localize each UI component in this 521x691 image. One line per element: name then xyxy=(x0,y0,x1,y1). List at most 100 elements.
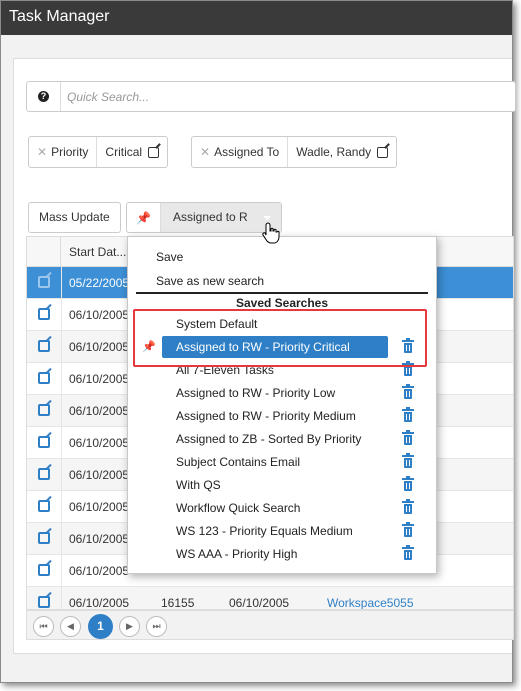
start-date-cell: 06/10/2005 xyxy=(69,308,130,322)
pager: ⏮ ◀ 1 ▶ ⏭ xyxy=(26,610,514,640)
edit-icon[interactable] xyxy=(377,146,389,158)
open-link-icon[interactable] xyxy=(38,532,50,544)
window-title: Task Manager xyxy=(1,1,512,35)
hand-cursor-icon xyxy=(262,222,280,244)
open-link-icon[interactable] xyxy=(38,596,50,608)
page-1-button[interactable]: 1 xyxy=(88,614,113,639)
saved-search-button[interactable]: 📌 Assigned to R xyxy=(126,202,282,233)
table-row[interactable]: 06/10/2005 16155 06/10/2005 Workspace5055 xyxy=(27,587,513,610)
column-divider xyxy=(61,523,62,555)
chevron-down-icon xyxy=(263,216,271,220)
filter-value-label: Wadle, Randy xyxy=(296,145,372,159)
filter-field-label: Assigned To xyxy=(214,145,280,159)
saved-search-label: Subject Contains Email xyxy=(176,455,301,469)
start-date-cell: 06/10/2005 xyxy=(69,468,130,482)
saved-search-item[interactable]: WS 123 - Priority Equals Medium xyxy=(128,520,436,543)
help-icon-button[interactable]: ? xyxy=(27,82,61,111)
filter-field-label: Priority xyxy=(51,145,89,159)
column-divider xyxy=(61,459,62,491)
open-link-icon[interactable] xyxy=(38,276,50,288)
remove-filter-icon[interactable]: ✕ xyxy=(37,145,47,159)
saved-search-label: WS AAA - Priority High xyxy=(176,547,298,561)
filter-value-label: Critical xyxy=(105,145,143,159)
header-icon-column xyxy=(27,237,61,267)
start-date-cell: 06/10/2005 xyxy=(69,340,130,354)
trash-icon[interactable] xyxy=(402,407,414,422)
filter-field-priority[interactable]: ✕ Priority xyxy=(29,137,96,167)
next-page-button[interactable]: ▶ xyxy=(119,616,140,637)
save-menu-item[interactable]: Save xyxy=(156,250,183,264)
start-date-cell: 06/10/2005 xyxy=(69,564,130,578)
table-cell: 06/10/2005 xyxy=(229,596,290,610)
quick-search-input[interactable] xyxy=(67,88,507,106)
start-date-cell: 06/10/2005 xyxy=(69,500,130,514)
divider xyxy=(136,292,428,294)
last-page-button[interactable]: ⏭ xyxy=(146,616,167,637)
column-divider xyxy=(61,587,62,609)
open-link-icon[interactable] xyxy=(38,500,50,512)
column-divider xyxy=(61,555,62,587)
open-link-icon[interactable] xyxy=(38,564,50,576)
saved-search-item[interactable]: Subject Contains Email xyxy=(128,451,436,474)
open-link-icon[interactable] xyxy=(38,404,50,416)
trash-icon[interactable] xyxy=(402,476,414,491)
saved-search-label: With QS xyxy=(176,478,221,492)
mass-update-button[interactable]: Mass Update xyxy=(28,202,121,233)
saved-search-item[interactable]: With QS xyxy=(128,474,436,497)
column-divider xyxy=(61,299,62,331)
filter-chip-assigned-to: ✕ Assigned To Wadle, Randy xyxy=(191,136,398,168)
saved-search-item[interactable]: Assigned to RW - Priority Low xyxy=(128,382,436,405)
start-date-cell: 06/10/2005 xyxy=(69,404,130,418)
trash-icon[interactable] xyxy=(402,430,414,445)
save-as-new-menu-item[interactable]: Save as new search xyxy=(156,274,264,288)
saved-search-label: WS 123 - Priority Equals Medium xyxy=(176,524,353,538)
workspace-link[interactable]: Workspace5055 xyxy=(327,596,414,609)
saved-searches-heading: Saved Searches xyxy=(235,296,329,310)
open-link-icon[interactable] xyxy=(38,308,50,320)
trash-icon[interactable] xyxy=(402,499,414,514)
start-date-cell: 06/10/2005 xyxy=(69,436,130,450)
table-cell: 16155 xyxy=(161,596,195,610)
quick-search-bar: ? xyxy=(26,81,516,112)
edit-icon[interactable] xyxy=(148,146,160,158)
saved-search-label: Assigned to RW - Priority Medium xyxy=(176,409,356,423)
first-page-button[interactable]: ⏮ xyxy=(33,616,54,637)
remove-filter-icon[interactable]: ✕ xyxy=(200,145,210,159)
start-date-cell: 05/22/2005 xyxy=(69,276,130,290)
question-icon: ? xyxy=(38,91,49,102)
column-divider xyxy=(61,331,62,363)
column-divider xyxy=(61,395,62,427)
filter-value-priority[interactable]: Critical xyxy=(96,137,167,167)
column-divider xyxy=(61,491,62,523)
saved-search-label: Assigned to RW - Priority Low xyxy=(176,386,336,400)
saved-search-current-label: Assigned to R xyxy=(173,210,248,224)
filter-chip-priority: ✕ Priority Critical xyxy=(28,136,169,168)
saved-search-item[interactable]: Assigned to ZB - Sorted By Priority xyxy=(128,428,436,451)
trash-icon[interactable] xyxy=(402,384,414,399)
column-header-start-date[interactable]: Start Dat... xyxy=(61,237,126,267)
trash-icon[interactable] xyxy=(402,545,414,560)
trash-icon[interactable] xyxy=(402,522,414,537)
saved-search-label: Workflow Quick Search xyxy=(176,501,301,515)
start-date-cell: 06/10/2005 xyxy=(69,532,130,546)
saved-search-label: Assigned to ZB - Sorted By Priority xyxy=(176,432,362,446)
prev-page-button[interactable]: ◀ xyxy=(60,616,81,637)
pin-icon[interactable]: 📌 xyxy=(127,203,161,232)
open-link-icon[interactable] xyxy=(38,436,50,448)
filter-field-assigned-to[interactable]: ✕ Assigned To xyxy=(192,137,287,167)
column-divider xyxy=(61,363,62,395)
column-divider xyxy=(61,267,62,299)
open-link-icon[interactable] xyxy=(38,372,50,384)
open-link-icon[interactable] xyxy=(38,340,50,352)
saved-search-item[interactable]: WS AAA - Priority High xyxy=(128,543,436,566)
filter-value-assigned-to[interactable]: Wadle, Randy xyxy=(287,137,396,167)
saved-search-dropdown: Save Save as new search Saved Searches S… xyxy=(127,236,437,574)
start-date-cell: 06/10/2005 xyxy=(69,596,130,610)
trash-icon[interactable] xyxy=(402,453,414,468)
saved-search-item[interactable]: Assigned to RW - Priority Medium xyxy=(128,405,436,428)
annotation-highlight-box xyxy=(133,309,427,367)
start-date-cell: 06/10/2005 xyxy=(69,372,130,386)
column-divider xyxy=(61,427,62,459)
saved-search-item[interactable]: Workflow Quick Search xyxy=(128,497,436,520)
open-link-icon[interactable] xyxy=(38,468,50,480)
